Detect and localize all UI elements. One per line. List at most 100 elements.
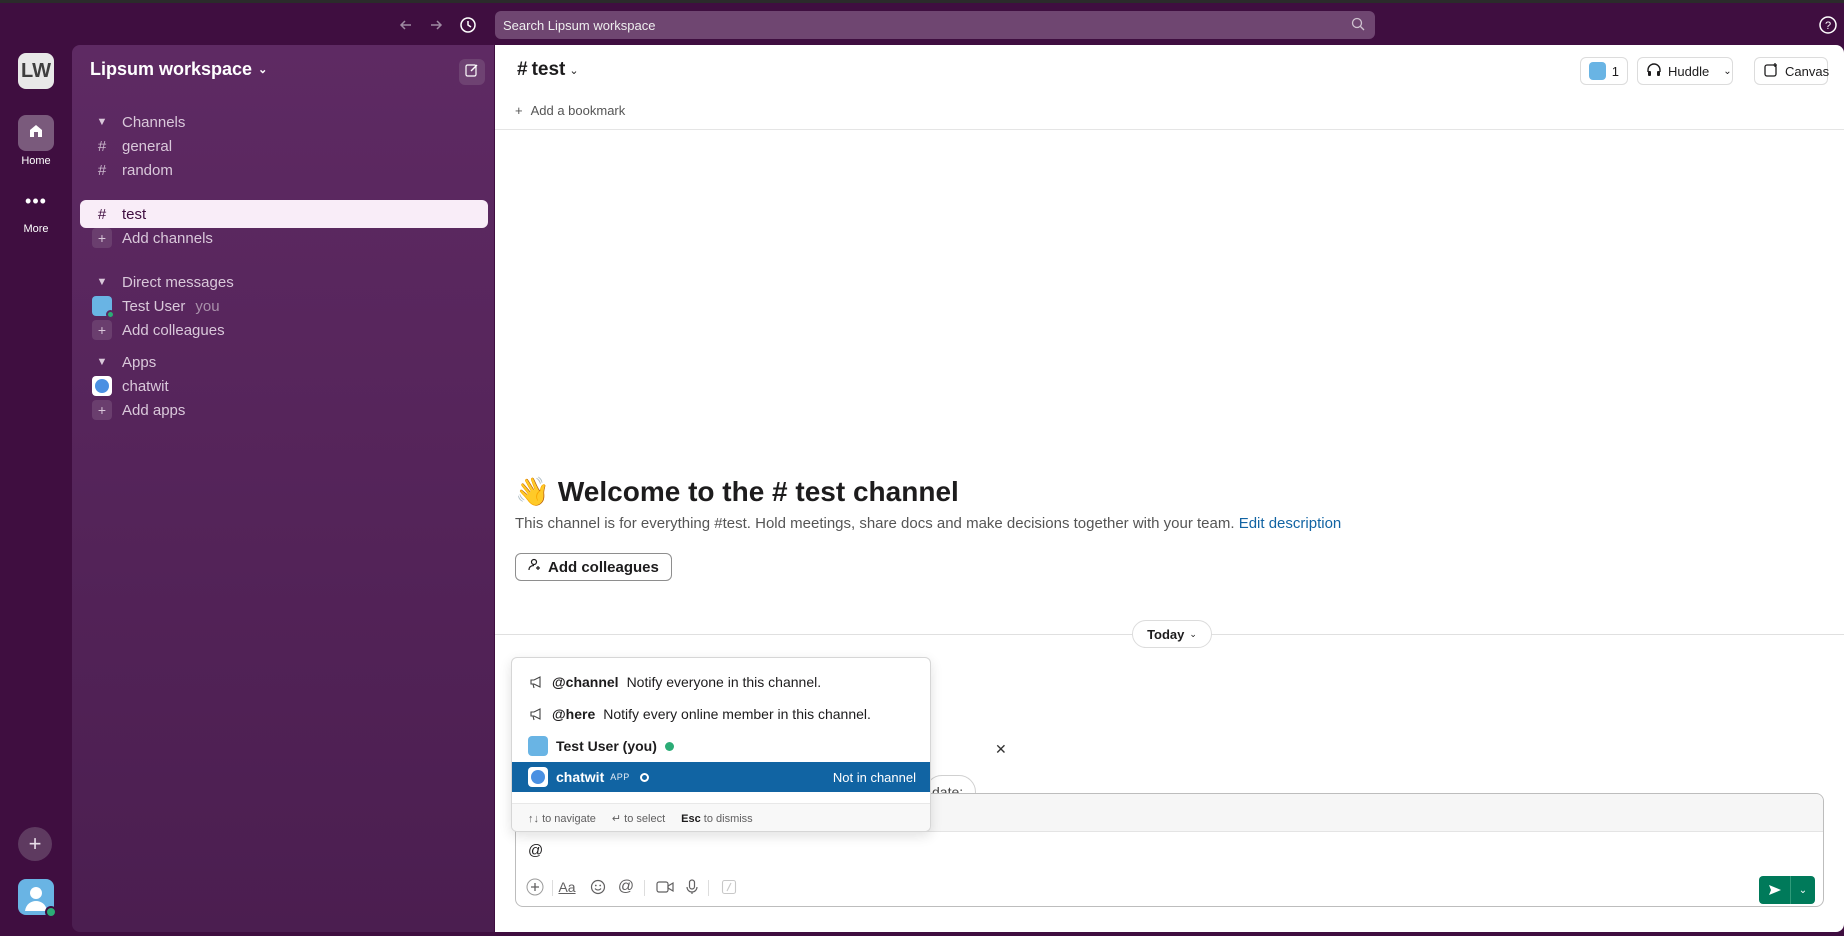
headphones-icon (1646, 62, 1662, 81)
more-button[interactable]: ••• (18, 183, 54, 219)
svg-text:?: ? (1825, 20, 1831, 32)
dismiss-hint: Esc to dismiss (681, 812, 753, 825)
canvas-icon (1763, 62, 1779, 81)
select-hint: ↵ to select (611, 813, 666, 825)
close-icon[interactable]: ✕ (995, 741, 1007, 758)
today-date-pill[interactable]: Today ⌄ (1132, 620, 1212, 648)
mention-icon[interactable]: @ (615, 876, 637, 898)
plus-icon: + (92, 228, 112, 248)
add-bookmark-label: Add a bookmark (530, 103, 626, 118)
plus-icon: + (92, 320, 112, 340)
away-status-ring (639, 772, 649, 782)
hash-icon: # (97, 205, 107, 223)
emoji-icon[interactable] (587, 876, 609, 898)
plus-icon: + (28, 831, 42, 856)
add-channels-label: Add channels (122, 229, 213, 247)
canvas-button[interactable]: Canvas (1754, 57, 1830, 85)
search-icon (1351, 17, 1365, 34)
arrow-keys-icon: ↑↓ (528, 812, 539, 825)
add-apps-label: Add apps (122, 401, 186, 419)
caret-down-icon: ▼ (96, 276, 108, 288)
add-colleagues-label: Add colleagues (122, 321, 225, 339)
mention-handle: chatwit (556, 769, 605, 785)
microphone-icon[interactable] (681, 876, 703, 898)
add-person-icon (528, 558, 542, 576)
compose-button[interactable] (459, 59, 485, 85)
megaphone-icon (528, 706, 544, 722)
help-icon[interactable]: ? (1818, 15, 1838, 35)
search-bar[interactable]: Search Lipsum workspace (495, 11, 1375, 39)
add-apps-button[interactable]: + Add apps (80, 396, 488, 424)
header-divider (495, 129, 1844, 130)
chevron-down-icon[interactable]: ⌄ (1723, 66, 1731, 77)
add-bookmark-button[interactable]: + Add a bookmark (515, 103, 625, 118)
back-arrow-icon[interactable] (394, 13, 418, 37)
plus-icon: + (92, 400, 112, 420)
send-icon (1759, 876, 1791, 904)
mention-item-channel[interactable]: @channel Notify everyone in this channel… (512, 667, 930, 697)
apps-header-label: Apps (122, 353, 157, 371)
navigate-hint: ↑↓ to navigate (528, 812, 596, 825)
hash-icon: # (97, 161, 107, 179)
online-status-dot (45, 906, 57, 918)
forward-arrow-icon[interactable] (424, 13, 448, 37)
huddle-label: Huddle (1668, 63, 1710, 79)
online-status-dot (664, 741, 674, 751)
user-avatar (92, 296, 115, 319)
add-colleagues-cta-label: Add colleagues (548, 558, 659, 576)
composer-input[interactable]: @ (528, 842, 543, 859)
channels-header-label: Channels (122, 113, 186, 131)
user-avatar (528, 736, 548, 756)
user-avatar[interactable] (18, 879, 57, 918)
add-channels-button[interactable]: + Add channels (80, 224, 488, 252)
plus-icon: + (515, 103, 523, 118)
history-clock-icon[interactable] (456, 13, 480, 37)
add-colleagues-cta-button[interactable]: Add colleagues (515, 553, 672, 581)
mention-description: Notify every online member in this chann… (603, 706, 871, 722)
app-tag: APP (610, 772, 630, 782)
mention-item-chatwit[interactable]: chatwit APP Not in channel (512, 762, 930, 792)
toolbar-separator (552, 880, 553, 896)
top-bar: Search Lipsum workspace ? (0, 3, 1844, 45)
add-colleagues-button[interactable]: + Add colleagues (80, 316, 488, 344)
workspace-avatar[interactable]: LW (18, 53, 54, 89)
edit-description-link[interactable]: Edit description (1239, 515, 1342, 532)
not-in-channel-label: Not in channel (832, 769, 916, 785)
channel-title-menu[interactable]: # test ⌄ (517, 59, 579, 81)
mention-description: Notify everyone in this channel. (626, 674, 822, 690)
canvas-label: Canvas (1785, 63, 1830, 79)
mention-handle: @here (552, 706, 596, 722)
wave-emoji-icon: 👋 (515, 476, 550, 507)
caret-down-icon: ▼ (96, 116, 108, 128)
mention-footer: ↑↓ to navigate ↵ to select Esc to dismis… (512, 803, 930, 831)
chevron-down-icon: ⌄ (258, 64, 268, 76)
workspace-name-menu[interactable]: Lipsum workspace ⌄ (90, 59, 267, 80)
schedule-chevron-icon[interactable]: ⌄ (1791, 876, 1815, 904)
attach-plus-icon[interactable] (524, 876, 546, 898)
video-icon[interactable] (654, 876, 676, 898)
caret-down-icon: ▼ (96, 356, 108, 368)
search-placeholder: Search Lipsum workspace (503, 17, 656, 33)
mention-item-test-user[interactable]: Test User (you) (512, 731, 930, 761)
members-button[interactable]: 1 (1580, 57, 1628, 85)
formatting-icon[interactable]: Aa (556, 876, 578, 898)
mention-handle: Test User (you) (556, 738, 657, 754)
chevron-down-icon: ⌄ (569, 64, 579, 77)
more-label: More (23, 223, 49, 235)
huddle-button[interactable]: Huddle ⌄ (1637, 57, 1733, 85)
send-button[interactable]: ⌄ (1759, 876, 1815, 904)
chevron-down-icon: ⌄ (1189, 628, 1197, 639)
mention-item-here[interactable]: @here Notify every online member in this… (512, 699, 930, 729)
slash-command-icon[interactable] (718, 876, 740, 898)
chatwit-app-icon (92, 376, 112, 396)
ellipsis-icon: ••• (25, 190, 47, 211)
home-icon (27, 122, 45, 145)
home-button[interactable] (18, 115, 54, 151)
you-label: you (195, 297, 220, 315)
channel-description: This channel is for everything #test. Ho… (515, 515, 1341, 532)
add-workspace-button[interactable]: + (18, 827, 52, 861)
sidebar-item-random[interactable]: # random (80, 156, 488, 184)
toolbar-separator (708, 880, 709, 896)
mention-handle: @channel (552, 674, 619, 690)
compose-icon (465, 63, 479, 82)
